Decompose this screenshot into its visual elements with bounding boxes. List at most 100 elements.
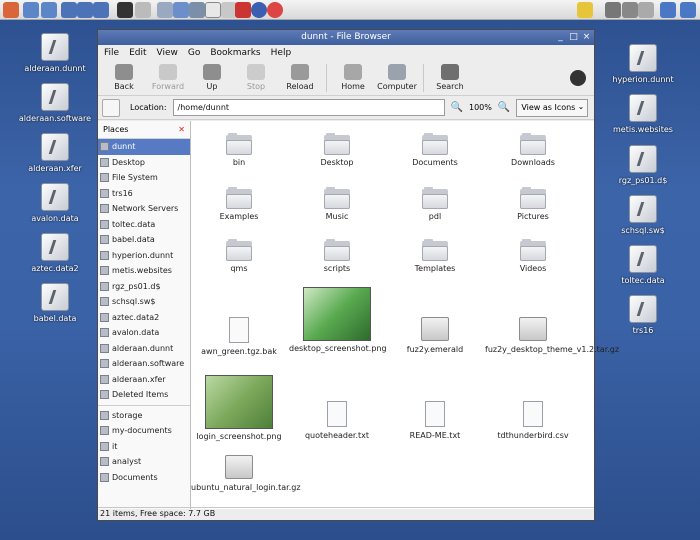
launcher-icon[interactable] bbox=[93, 2, 109, 18]
file-item[interactable]: fuz2y_desktop_theme_v1.2.tar.gz bbox=[485, 317, 619, 355]
desktop-icon[interactable]: hyperion.dunnt bbox=[598, 44, 688, 84]
volume-icon[interactable] bbox=[622, 2, 638, 18]
menu-help[interactable]: Help bbox=[271, 48, 292, 58]
file-item[interactable]: quoteheader.txt bbox=[289, 401, 385, 441]
desktop-icon[interactable]: rgz_ps01.d$ bbox=[598, 145, 688, 185]
desktop-icon[interactable]: schsql.sw$ bbox=[598, 195, 688, 235]
file-item[interactable]: fuz2y.emerald bbox=[387, 317, 483, 355]
main-menu-icon[interactable] bbox=[3, 2, 19, 18]
file-item[interactable]: login_screenshot.png bbox=[191, 375, 287, 442]
back-button[interactable]: Back bbox=[102, 64, 146, 91]
launcher-icon[interactable] bbox=[267, 2, 283, 18]
desktop-icon[interactable]: avalon.data bbox=[10, 183, 100, 223]
sidebar-item[interactable]: alderaan.dunnt bbox=[98, 341, 190, 357]
file-item[interactable]: awn_green.tgz.bak bbox=[191, 317, 287, 357]
sidebar-item[interactable]: Documents bbox=[98, 470, 190, 486]
sidebar-item[interactable]: schsql.sw$ bbox=[98, 294, 190, 310]
launcher-icon[interactable] bbox=[41, 2, 57, 18]
up-button[interactable]: Up bbox=[190, 64, 234, 91]
folder-item[interactable]: Templates bbox=[387, 239, 483, 274]
folder-item[interactable]: Music bbox=[289, 187, 385, 222]
file-item[interactable]: ubuntu_natural_login.tar.gz bbox=[191, 455, 301, 493]
desktop-icon[interactable]: babel.data bbox=[10, 283, 100, 323]
search-button[interactable]: Search bbox=[428, 64, 472, 91]
desktop-icon[interactable]: alderaan.dunnt bbox=[10, 33, 100, 73]
forward-button[interactable]: Forward bbox=[146, 64, 190, 91]
computer-button[interactable]: Computer bbox=[375, 64, 419, 91]
launcher-icon[interactable] bbox=[205, 2, 221, 18]
sidebar-item[interactable]: Desktop bbox=[98, 155, 190, 171]
sidebar-header[interactable]: Places ✕ bbox=[98, 121, 190, 139]
sidebar-item[interactable]: aztec.data2 bbox=[98, 310, 190, 326]
zoom-in-icon[interactable]: 🔍 bbox=[498, 102, 510, 113]
file-item[interactable]: desktop_screenshot.png bbox=[289, 287, 387, 354]
folder-item[interactable]: Desktop bbox=[289, 133, 385, 168]
sidebar-item[interactable]: babel.data bbox=[98, 232, 190, 248]
folder-item[interactable]: Examples bbox=[191, 187, 287, 222]
sidebar-item[interactable]: trs16 bbox=[98, 186, 190, 202]
maximize-icon[interactable]: □ bbox=[568, 32, 579, 43]
workspace-icon[interactable] bbox=[680, 2, 696, 18]
menu-go[interactable]: Go bbox=[188, 48, 200, 58]
folder-item[interactable]: scripts bbox=[289, 239, 385, 274]
launcher-icon[interactable] bbox=[173, 2, 189, 18]
sidebar-item[interactable]: alderaan.xfer bbox=[98, 372, 190, 388]
desktop-icon[interactable]: metis.websites bbox=[598, 94, 688, 134]
sidebar-item[interactable]: avalon.data bbox=[98, 325, 190, 341]
sidebar-item[interactable]: alderaan.software bbox=[98, 356, 190, 372]
folder-item[interactable]: qms bbox=[191, 239, 287, 274]
folder-item[interactable]: Downloads bbox=[485, 133, 581, 168]
desktop-icon[interactable]: aztec.data2 bbox=[10, 233, 100, 273]
folder-item[interactable]: Videos bbox=[485, 239, 581, 274]
sidebar-item[interactable]: storage bbox=[98, 408, 190, 424]
desktop-icon[interactable]: alderaan.xfer bbox=[10, 133, 100, 173]
folder-item[interactable]: pdl bbox=[387, 187, 483, 222]
menu-view[interactable]: View bbox=[157, 48, 178, 58]
sidebar-item[interactable]: my-documents bbox=[98, 423, 190, 439]
sidebar-item[interactable]: dunnt bbox=[98, 139, 190, 155]
menu-file[interactable]: File bbox=[104, 48, 119, 58]
launcher-icon[interactable] bbox=[157, 2, 173, 18]
sidebar-item[interactable]: rgz_ps01.d$ bbox=[98, 279, 190, 295]
sidebar-item[interactable]: File System bbox=[98, 170, 190, 186]
location-input[interactable]: /home/dunnt bbox=[172, 99, 445, 116]
minimize-icon[interactable]: _ bbox=[555, 32, 566, 43]
file-item[interactable]: READ-ME.txt bbox=[387, 401, 483, 441]
close-sidebar-icon[interactable]: ✕ bbox=[178, 125, 185, 134]
sidebar-item[interactable]: Network Servers bbox=[98, 201, 190, 217]
menu-edit[interactable]: Edit bbox=[129, 48, 146, 58]
desktop-icon[interactable]: alderaan.software bbox=[10, 83, 100, 123]
launcher-icon[interactable] bbox=[23, 2, 39, 18]
sidebar-item[interactable]: it bbox=[98, 439, 190, 455]
launcher-icon[interactable] bbox=[61, 2, 77, 18]
desktop-icon[interactable]: toltec.data bbox=[598, 245, 688, 285]
workspace-icon[interactable] bbox=[660, 2, 676, 18]
network-icon[interactable] bbox=[605, 2, 621, 18]
sidebar-item[interactable]: analyst bbox=[98, 454, 190, 470]
notes-icon[interactable] bbox=[577, 2, 593, 18]
file-item[interactable]: tdthunderbird.csv bbox=[485, 401, 581, 441]
reload-button[interactable]: Reload bbox=[278, 64, 322, 91]
launcher-icon[interactable] bbox=[251, 2, 267, 18]
folder-item[interactable]: Documents bbox=[387, 133, 483, 168]
close-icon[interactable]: × bbox=[581, 32, 592, 43]
folder-item[interactable]: Pictures bbox=[485, 187, 581, 222]
terminal-icon[interactable] bbox=[117, 2, 133, 18]
sidebar-item[interactable]: metis.websites bbox=[98, 263, 190, 279]
workspace-icon[interactable] bbox=[638, 2, 654, 18]
home-button[interactable]: Home bbox=[331, 64, 375, 91]
title-bar[interactable]: dunnt - File Browser _ □ × bbox=[98, 30, 594, 45]
edit-location-button[interactable] bbox=[102, 98, 120, 117]
launcher-icon[interactable] bbox=[77, 2, 93, 18]
view-mode-select[interactable]: View as Icons ⌄ bbox=[516, 98, 589, 117]
launcher-icon[interactable] bbox=[235, 2, 251, 18]
launcher-icon[interactable] bbox=[189, 2, 205, 18]
folder-item[interactable]: bin bbox=[191, 133, 287, 168]
zoom-out-icon[interactable]: 🔍 bbox=[451, 102, 463, 113]
sidebar-item[interactable]: toltec.data bbox=[98, 217, 190, 233]
sidebar-item[interactable]: Deleted Items bbox=[98, 387, 190, 403]
sidebar-item[interactable]: hyperion.dunnt bbox=[98, 248, 190, 264]
menu-bookmarks[interactable]: Bookmarks bbox=[210, 48, 260, 58]
stop-button[interactable]: Stop bbox=[234, 64, 278, 91]
launcher-icon[interactable] bbox=[135, 2, 151, 18]
